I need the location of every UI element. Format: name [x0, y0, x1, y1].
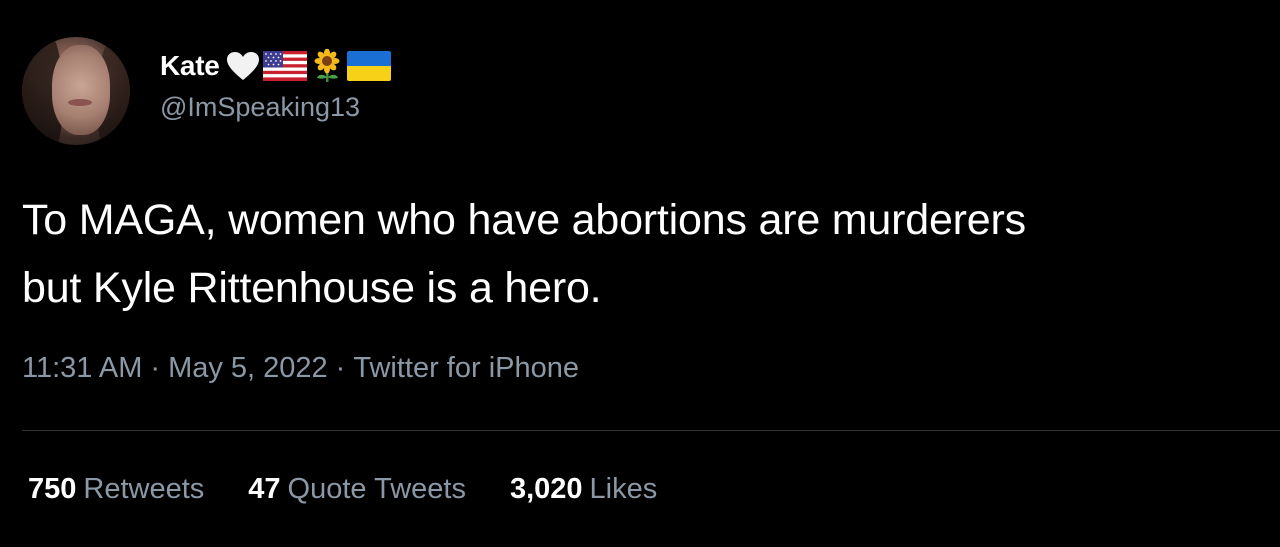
tweet-text: To MAGA, women who have abortions are mu…	[22, 186, 1272, 322]
divider	[22, 430, 1280, 431]
tweet-text-line-2: but Kyle Rittenhouse is a hero.	[22, 264, 602, 312]
engagement-stats: 750 Retweets 47 Quote Tweets 3,020 Likes	[28, 473, 701, 506]
white-heart-icon	[226, 51, 260, 81]
retweets-label: Retweets	[83, 473, 205, 505]
retweets-stat[interactable]: 750 Retweets	[28, 473, 204, 506]
tweet-metadata: 11:31 AM · May 5, 2022 · Twitter for iPhone	[22, 352, 579, 385]
likes-label: Likes	[589, 473, 658, 505]
tweet-card: Kate @ImSpeaking13 To MAGA, women who ha…	[0, 0, 1280, 547]
likes-count: 3,020	[509, 473, 583, 505]
quote-tweets-stat[interactable]: 47 Quote Tweets	[248, 473, 466, 506]
tweet-text-line-1: To MAGA, women who have abortions are mu…	[22, 196, 1026, 244]
tweet-time[interactable]: 11:31 AM	[22, 352, 142, 384]
us-flag-icon	[262, 51, 307, 81]
ukraine-flag-icon	[346, 51, 391, 81]
quote-tweets-label: Quote Tweets	[287, 473, 466, 505]
retweets-count: 750	[28, 473, 77, 505]
name-emojis	[226, 49, 394, 83]
sunflower-icon	[310, 49, 344, 83]
quote-tweets-count: 47	[248, 473, 281, 505]
meta-separator: ·	[335, 352, 346, 384]
likes-stat[interactable]: 3,020 Likes	[510, 473, 657, 506]
user-handle[interactable]: @ImSpeaking13	[160, 92, 360, 123]
avatar[interactable]	[22, 37, 130, 145]
tweet-source[interactable]: Twitter for iPhone	[353, 352, 579, 384]
name-row: Kate	[160, 48, 394, 84]
meta-separator: ·	[150, 352, 161, 384]
display-name[interactable]: Kate	[160, 50, 220, 82]
tweet-date[interactable]: May 5, 2022	[168, 352, 328, 384]
